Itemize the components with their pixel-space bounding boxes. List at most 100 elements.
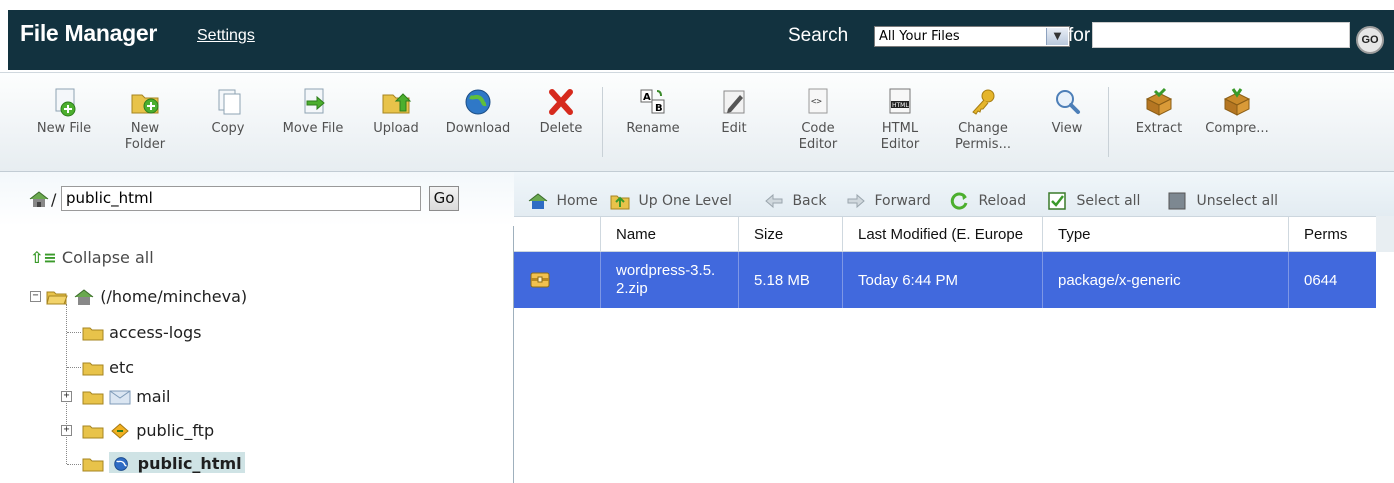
scrollbar[interactable] [1376, 216, 1394, 252]
up-one-level-label: Up One Level [638, 193, 732, 209]
home-icon [528, 193, 548, 209]
file-perms: 0644 [1304, 271, 1338, 289]
select-all-button[interactable]: Select all [1048, 192, 1140, 210]
forward-button[interactable]: Forward [846, 192, 931, 210]
tree-root[interactable]: − (/home/mincheva) [30, 286, 247, 306]
reload-icon [950, 192, 968, 210]
search-label: Search [788, 25, 849, 46]
settings-link[interactable]: Settings [197, 27, 255, 45]
selected-node: public_html [109, 452, 245, 473]
archive-icon [530, 272, 550, 288]
forward-label: Forward [874, 193, 931, 209]
new-file-button[interactable]: New File [28, 87, 100, 137]
view-label: View [1051, 121, 1083, 136]
chevron-down-icon[interactable]: ▼ [1046, 28, 1068, 45]
column-header-icon[interactable] [514, 217, 600, 252]
change-permissions-button[interactable]: Change Permis... [946, 87, 1020, 153]
tree-item-mail[interactable]: mail [82, 386, 170, 406]
envelope-icon [109, 390, 131, 404]
home-icon [29, 191, 49, 207]
code-editor-icon: <> [808, 88, 828, 114]
tree-connector [66, 304, 67, 464]
move-file-icon [304, 88, 325, 114]
table-header: Name Size Last Modified (E. Europe Type … [514, 216, 1376, 252]
unselect-all-button[interactable]: Unselect all [1168, 192, 1278, 210]
folder-icon [82, 362, 104, 375]
delete-label: Delete [539, 121, 583, 136]
up-one-level-button[interactable]: Up One Level [610, 192, 732, 210]
file-list-pane: Home Up One Level Back Forward Reload Se… [514, 172, 1394, 483]
new-folder-button[interactable]: New Folder [116, 87, 174, 153]
compress-button[interactable]: Compre... [1200, 87, 1274, 137]
compress-icon [1223, 88, 1251, 116]
view-button[interactable]: View [1044, 87, 1090, 137]
collapse-toggle[interactable]: − [30, 291, 41, 302]
tree-item-label: public_html [137, 454, 242, 473]
table-row[interactable]: wordpress-3.5.2.zip 5.18 MB Today 6:44 P… [514, 252, 1376, 308]
svg-text:A: A [643, 92, 651, 103]
search-go-button[interactable]: GO [1356, 26, 1384, 54]
folder-icon [82, 425, 104, 438]
file-name: wordpress-3.5.2.zip [616, 262, 716, 297]
search-scope-value: All Your Files [879, 29, 960, 44]
tree-item-public-ftp[interactable]: public_ftp [82, 420, 214, 440]
move-file-button[interactable]: Move File [274, 87, 352, 137]
back-label: Back [792, 193, 827, 209]
expand-toggle[interactable]: + [61, 425, 72, 436]
download-icon [465, 89, 491, 115]
tree-connector [67, 367, 81, 368]
edit-label: Edit [721, 121, 747, 136]
code-editor-button[interactable]: <> Code Editor [790, 87, 846, 153]
path-input-value: public_html [66, 189, 153, 207]
column-header-modified[interactable]: Last Modified (E. Europe [842, 217, 1042, 252]
ftp-icon [111, 422, 129, 439]
svg-text:<>: <> [811, 97, 822, 107]
back-button[interactable]: Back [764, 192, 826, 210]
tree-connector [67, 464, 81, 465]
column-header-type[interactable]: Type [1042, 217, 1288, 252]
column-header-size[interactable]: Size [738, 217, 842, 252]
home-nav-label: Home [556, 193, 598, 209]
tree-item-public-html[interactable]: public_html [82, 452, 245, 473]
edit-icon [723, 90, 745, 114]
app-title: File Manager [20, 20, 157, 46]
reload-button[interactable]: Reload [950, 192, 1026, 210]
upload-button[interactable]: Upload [366, 87, 426, 137]
tree-root-label: (/home/mincheva) [100, 287, 248, 306]
file-icon-cell [514, 252, 600, 308]
expand-toggle[interactable]: + [61, 391, 72, 402]
rename-button[interactable]: AB Rename [618, 87, 688, 137]
extract-button[interactable]: Extract [1126, 87, 1192, 137]
column-header-perms[interactable]: Perms [1288, 217, 1376, 252]
rename-icon: AB [640, 89, 665, 114]
download-button[interactable]: Download [440, 87, 516, 137]
file-size: 5.18 MB [754, 271, 810, 289]
tree-item-label: public_ftp [136, 421, 215, 440]
up-folder-icon [610, 195, 630, 210]
column-header-name[interactable]: Name [600, 217, 738, 252]
open-folder-icon [46, 291, 68, 304]
new-folder-label: New Folder [124, 121, 166, 152]
search-input[interactable] [1092, 22, 1350, 48]
tree-item-access-logs[interactable]: access-logs [82, 322, 202, 342]
svg-text:HTML: HTML [892, 102, 909, 109]
copy-button[interactable]: Copy [200, 87, 256, 137]
path-bar: / public_html Go [0, 172, 514, 226]
rename-label: Rename [626, 121, 680, 136]
folder-icon [82, 458, 104, 471]
html-editor-button[interactable]: HTML HTML Editor [870, 87, 930, 153]
home-nav-button[interactable]: Home [528, 192, 598, 210]
toolbar-separator [602, 87, 603, 157]
change-permissions-label: Change Permis... [955, 121, 1011, 152]
collapse-all-label: Collapse all [61, 248, 154, 267]
search-scope-select[interactable]: All Your Files ▼ [874, 26, 1070, 47]
delete-button[interactable]: Delete [532, 87, 590, 137]
toolbar: New File New Folder Copy Move File Uploa… [0, 72, 1394, 172]
forward-arrow-icon [847, 193, 865, 209]
collapse-all-link[interactable]: ⇧≡ Collapse all [30, 248, 154, 267]
file-modified: Today 6:44 PM [858, 271, 959, 289]
edit-button[interactable]: Edit [712, 87, 756, 137]
tree-item-etc[interactable]: etc [82, 357, 134, 377]
path-input[interactable]: public_html [61, 186, 421, 211]
path-go-button[interactable]: Go [429, 186, 459, 211]
